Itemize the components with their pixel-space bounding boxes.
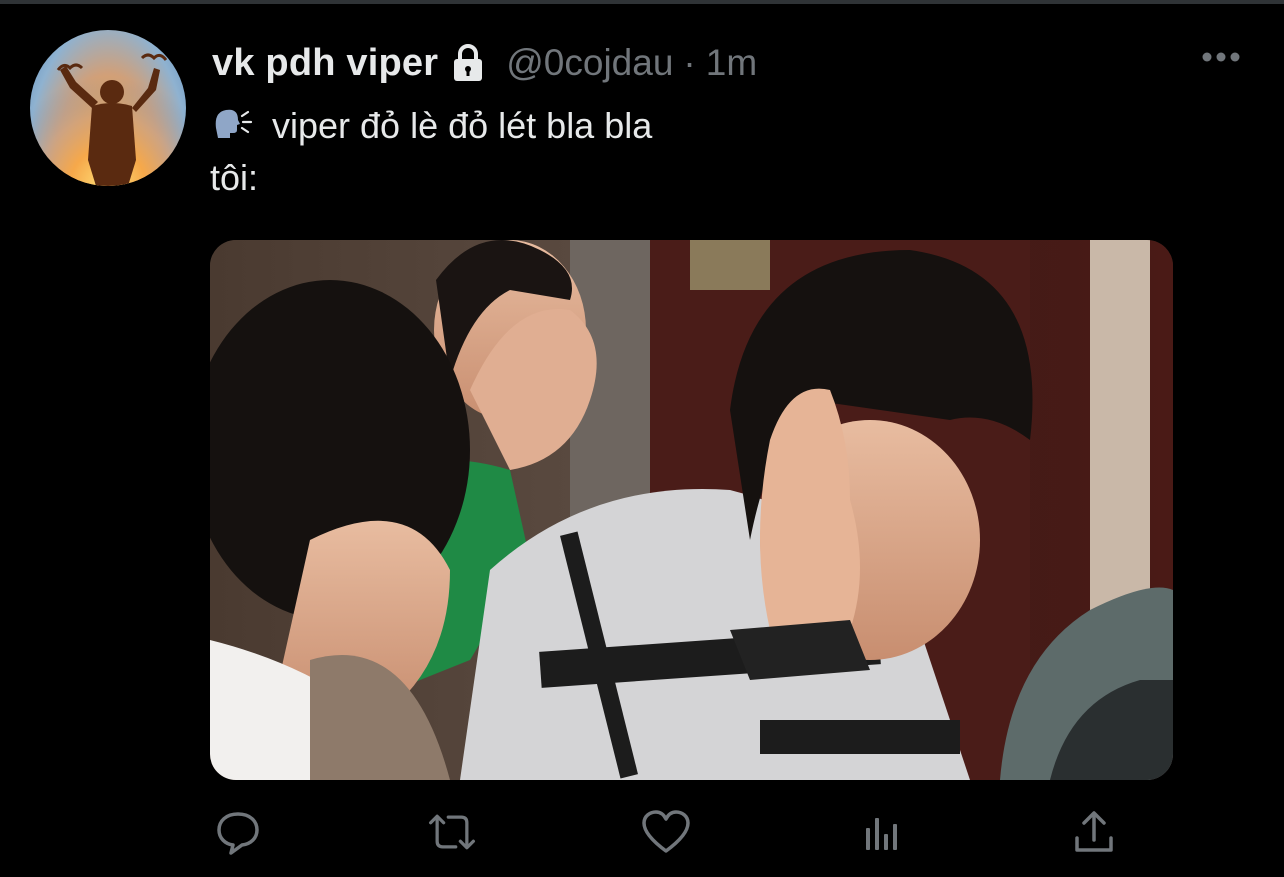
tweet-media-image[interactable] [210, 240, 1173, 780]
tweet-text: viper đỏ lè đỏ lét bla bla tôi: [210, 100, 652, 204]
speaking-head-icon [210, 104, 254, 144]
avatar[interactable] [30, 30, 186, 186]
tweet-text-line-2: tôi: [210, 157, 259, 198]
timestamp[interactable]: 1m [706, 42, 757, 84]
avatar-image [30, 30, 186, 186]
like-heart-icon[interactable] [640, 806, 692, 858]
meme-photo [210, 240, 1173, 780]
top-divider [0, 0, 1284, 4]
separator-dot: · [683, 42, 696, 83]
display-name[interactable]: vk pdh viper [212, 42, 438, 85]
tweet-action-bar [210, 806, 1130, 858]
tweet-header: vk pdh viper @0cojdau · 1m [212, 36, 757, 90]
more-options-icon[interactable] [1198, 44, 1244, 70]
tweet-text-line-1: viper đỏ lè đỏ lét bla bla [272, 105, 653, 146]
retweet-icon[interactable] [426, 806, 478, 858]
user-handle[interactable]: @0cojdau [506, 42, 673, 84]
analytics-icon[interactable] [856, 806, 908, 858]
lock-icon [448, 43, 488, 83]
share-icon[interactable] [1068, 806, 1120, 858]
reply-icon[interactable] [212, 806, 264, 858]
